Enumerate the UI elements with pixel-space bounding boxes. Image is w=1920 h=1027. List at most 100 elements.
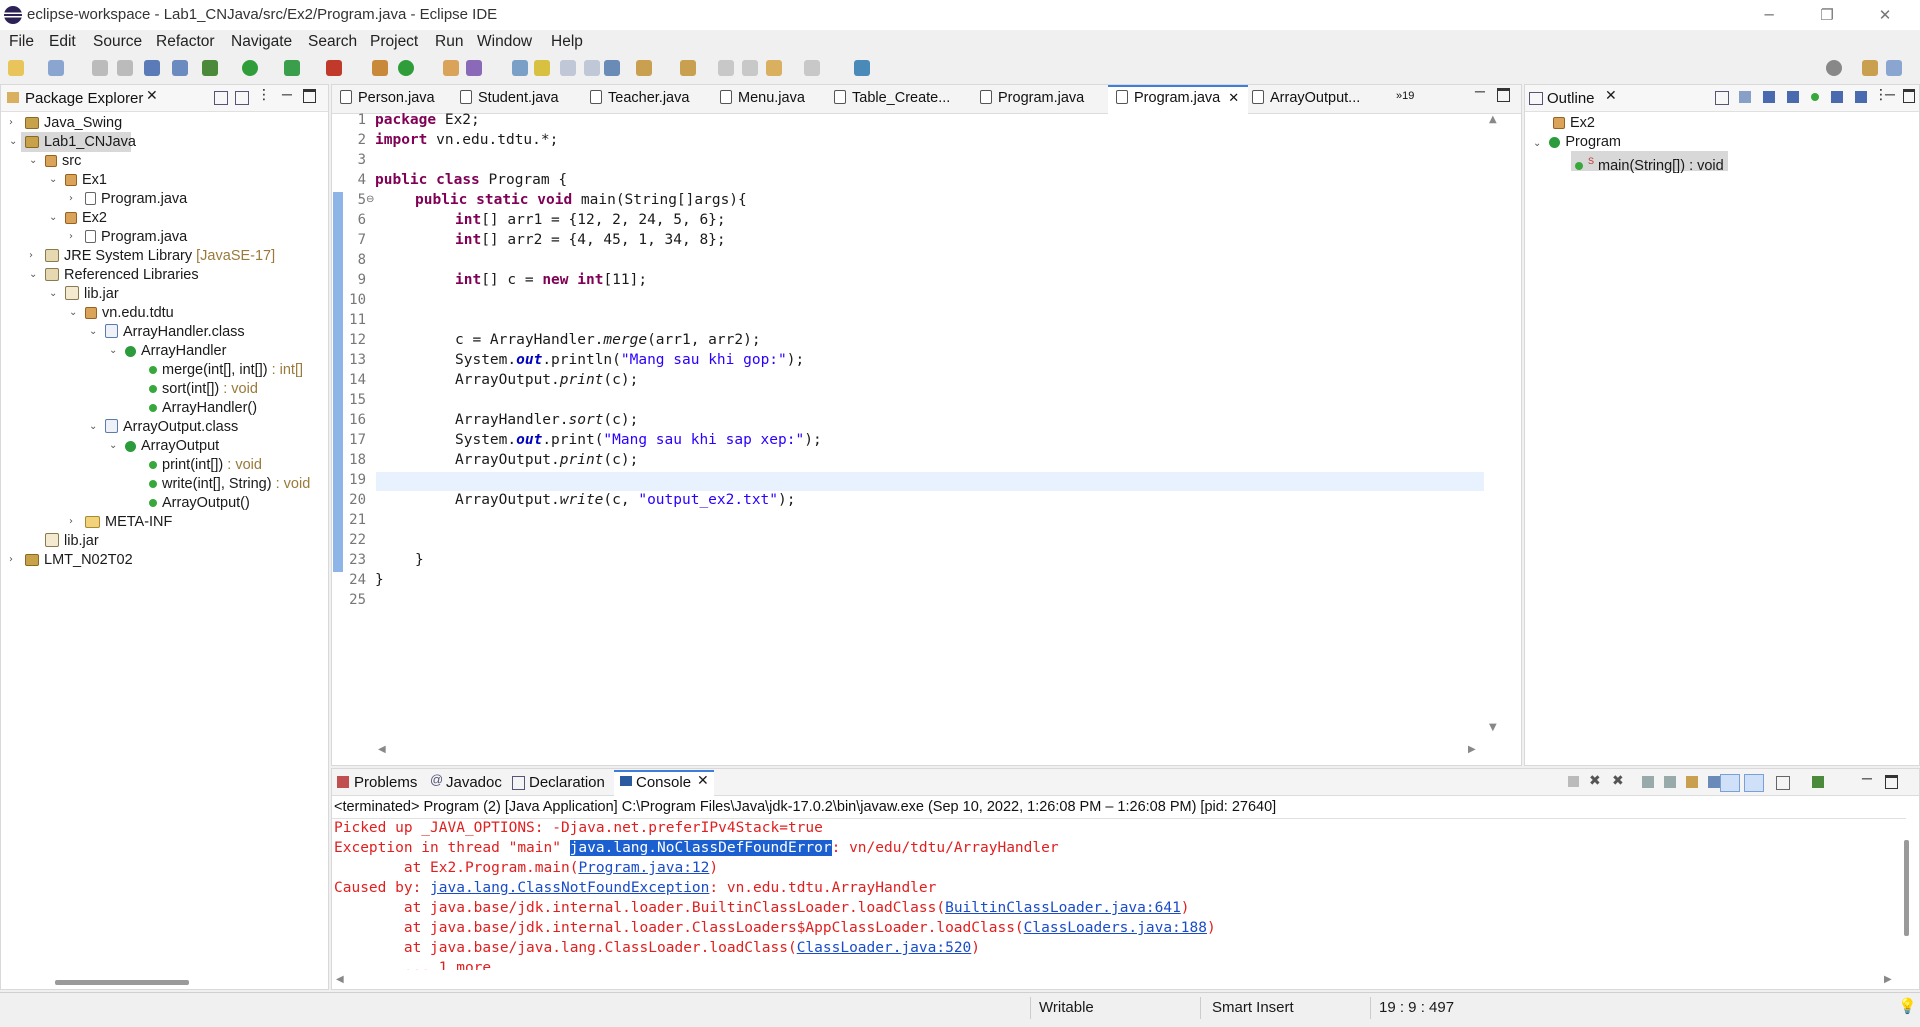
- new-class-icon[interactable]: [398, 60, 414, 76]
- open-type-icon[interactable]: [443, 60, 459, 76]
- menu-search[interactable]: Search: [308, 33, 357, 51]
- display-console-icon[interactable]: [1776, 776, 1790, 790]
- open-console-icon[interactable]: [1812, 776, 1824, 788]
- scroll-right-icon[interactable]: ▶: [1468, 744, 1476, 755]
- console-scrollbar[interactable]: [1904, 840, 1909, 936]
- tab-declaration[interactable]: Declaration: [529, 774, 605, 791]
- save-icon[interactable]: [92, 60, 108, 76]
- package-explorer-tab[interactable]: Package Explorer: [25, 90, 143, 107]
- close-window-button[interactable]: ✕: [1862, 0, 1908, 30]
- terminate-icon[interactable]: [1568, 776, 1579, 787]
- clear-console-icon[interactable]: [1642, 776, 1654, 788]
- close-tab-icon[interactable]: ✕: [1228, 91, 1239, 106]
- back-icon[interactable]: [742, 60, 758, 76]
- editor-tab-menu[interactable]: Menu.java: [720, 90, 805, 114]
- menu-run[interactable]: Run: [435, 33, 463, 51]
- tip-icon[interactable]: 💡: [1898, 997, 1917, 1015]
- scroll-left-icon[interactable]: ◀: [336, 974, 344, 985]
- run-icon[interactable]: [242, 60, 258, 76]
- prev-annotation-icon[interactable]: [680, 60, 696, 76]
- block-selection-icon[interactable]: [560, 60, 576, 76]
- new-type-icon[interactable]: [48, 60, 64, 76]
- collapse-outline-icon[interactable]: [1715, 91, 1729, 105]
- stack-trace-link[interactable]: ClassLoader.java:520: [797, 940, 972, 956]
- editor-tab-program-2[interactable]: Program.java ✕: [1116, 90, 1239, 114]
- hide-local-types-icon[interactable]: [1831, 91, 1843, 103]
- menu-refactor[interactable]: Refactor: [156, 33, 215, 51]
- search-toolbar-icon[interactable]: [466, 60, 482, 76]
- editor-tab-teacher[interactable]: Teacher.java: [590, 90, 689, 114]
- horizontal-scrollbar[interactable]: [55, 980, 189, 985]
- editor-tab-table-create[interactable]: Table_Create...: [834, 90, 950, 114]
- terminal-icon[interactable]: [144, 60, 160, 76]
- hide-nonpublic-icon[interactable]: [1811, 93, 1819, 101]
- selected-text[interactable]: java.lang.NoClassDefFoundError: [569, 840, 832, 856]
- mark-occurrences-icon[interactable]: [534, 60, 550, 76]
- menu-edit[interactable]: Edit: [49, 33, 76, 51]
- word-wrap-icon[interactable]: [1686, 776, 1698, 788]
- next-annotation-icon[interactable]: [636, 60, 652, 76]
- open-perspective-icon[interactable]: [1862, 60, 1878, 76]
- minimize-view-icon[interactable]: ─: [1862, 770, 1872, 786]
- debug-icon[interactable]: [202, 60, 218, 76]
- outline-item-main[interactable]: Smain(String[]) : void: [1571, 151, 1728, 174]
- annotation-icon[interactable]: [512, 60, 528, 76]
- menu-file[interactable]: File: [9, 33, 34, 51]
- tab-javadoc[interactable]: Javadoc: [446, 774, 502, 791]
- scroll-lock-icon[interactable]: [1664, 776, 1676, 788]
- outline-item-package-ex2[interactable]: Ex2: [1553, 113, 1595, 133]
- editor-tab-student[interactable]: Student.java: [460, 90, 559, 114]
- scroll-up-icon[interactable]: ▲: [1489, 114, 1497, 125]
- remove-launch-icon[interactable]: ✖: [1589, 772, 1601, 789]
- whitespace-icon[interactable]: [584, 60, 600, 76]
- show-stderr-icon[interactable]: [1744, 774, 1764, 792]
- last-edit-icon[interactable]: [718, 60, 734, 76]
- minimize-view-icon[interactable]: ─: [282, 86, 292, 102]
- tab-problems[interactable]: Problems: [354, 774, 417, 791]
- menu-project[interactable]: Project: [370, 33, 418, 51]
- minimize-button[interactable]: ─: [1746, 0, 1792, 30]
- view-menu-icon[interactable]: ⋮: [257, 87, 271, 103]
- back-nav-icon[interactable]: [766, 60, 782, 76]
- skip-breakpoints-icon[interactable]: [172, 60, 188, 76]
- scroll-right-icon[interactable]: ▶: [1884, 974, 1892, 985]
- new-icon[interactable]: [8, 60, 24, 76]
- outline-item-program[interactable]: ⌄ Program: [1533, 132, 1621, 152]
- close-tab-icon[interactable]: ✕: [697, 773, 709, 789]
- menu-source[interactable]: Source: [93, 33, 142, 51]
- restore-button[interactable]: ❐: [1804, 0, 1850, 30]
- menu-window[interactable]: Window: [477, 33, 532, 51]
- search-icon[interactable]: [1826, 60, 1842, 76]
- pin-editor-icon[interactable]: [854, 60, 870, 76]
- menu-navigate[interactable]: Navigate: [231, 33, 292, 51]
- hide-static-icon[interactable]: [1787, 91, 1799, 103]
- remove-all-launches-icon[interactable]: ✖: [1612, 772, 1624, 789]
- hide-fields-icon[interactable]: [1763, 91, 1775, 103]
- stack-trace-link[interactable]: ClassLoaders.java:188: [1024, 920, 1207, 936]
- collapse-all-icon[interactable]: [214, 91, 228, 105]
- minimize-editor-icon[interactable]: ─: [1475, 83, 1485, 99]
- close-tab-icon[interactable]: ✕: [1605, 88, 1617, 104]
- menu-help[interactable]: Help: [551, 33, 583, 51]
- maximize-view-icon[interactable]: [1885, 775, 1898, 789]
- pin-console-icon[interactable]: [1720, 774, 1740, 792]
- stack-trace-link[interactable]: Program.java:12: [578, 860, 709, 876]
- minimize-view-icon[interactable]: ─: [1885, 86, 1895, 102]
- maximize-editor-icon[interactable]: [1497, 88, 1510, 102]
- sort-icon[interactable]: [1739, 91, 1751, 103]
- editor-tab-overflow[interactable]: »19: [1396, 90, 1414, 114]
- maximize-view-icon[interactable]: [1903, 89, 1915, 103]
- link-editor-icon[interactable]: [235, 91, 249, 105]
- close-tab-icon[interactable]: ✕: [146, 88, 158, 104]
- show-stdout-icon[interactable]: [1708, 776, 1720, 788]
- link-editor-icon[interactable]: [1855, 91, 1867, 103]
- maximize-view-icon[interactable]: [303, 89, 316, 103]
- tab-console[interactable]: Console: [636, 774, 691, 791]
- exception-link[interactable]: java.lang.ClassNotFoundException: [430, 880, 709, 896]
- show-whitespace-icon[interactable]: [604, 60, 620, 76]
- new-package-icon[interactable]: [372, 60, 388, 76]
- code-area[interactable]: package Ex2; import vn.edu.tdtu.*; publi…: [0, 112, 1500, 632]
- editor-tab-person[interactable]: Person.java: [340, 90, 435, 114]
- forward-nav-icon[interactable]: [804, 60, 820, 76]
- coverage-icon[interactable]: [284, 60, 300, 76]
